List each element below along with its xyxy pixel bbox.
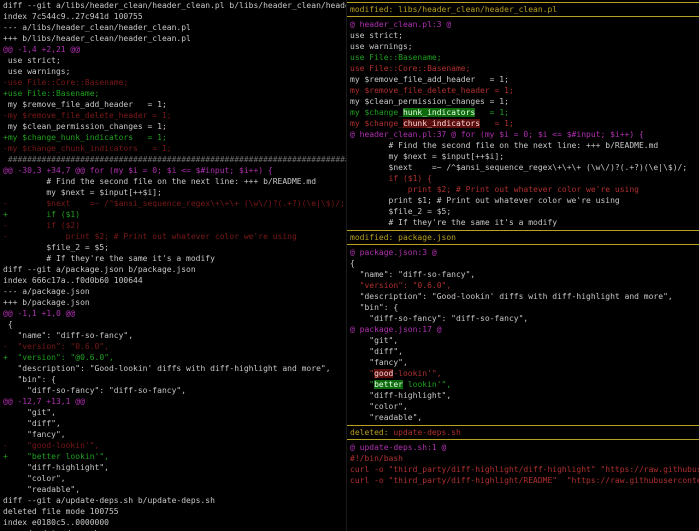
diff-header: diff --git a/package.json b/package.json <box>0 264 346 275</box>
add-line: +use File::Basename; <box>0 88 346 99</box>
ctx-line: my $remove_file_add_header = 1; <box>347 74 699 85</box>
plus-file: +++ b/package.json <box>0 297 346 308</box>
ctx-line: "diff-so-fancy": "diff-so-fancy", <box>347 313 699 324</box>
ctx-line: "diff-highlight", <box>0 462 346 473</box>
hunk-header: @@ -1,4 +2,21 @@ <box>0 44 346 55</box>
del-line: - "version": "0.6.0", <box>0 341 346 352</box>
ctx-line: $file_2 = $5; <box>347 206 699 217</box>
hunk-location: @ header_clean.pl:37 @ for (my $i = 0; $… <box>347 129 699 140</box>
ctx-line: "name": "diff-so-fancy", <box>0 330 346 341</box>
ctx-line: use warnings; <box>347 41 699 52</box>
ctx-line: "readable", <box>347 412 699 423</box>
word-add: hunk_indicators <box>403 108 475 117</box>
ctx-line: print $1; # Print out whatever color we'… <box>347 195 699 206</box>
ctx-line: { <box>347 258 699 269</box>
file-banner: modified: package.json <box>347 230 699 245</box>
hunk-location: @ header_clean.pl:3 @ <box>347 19 699 30</box>
del-line: - "good-lookin'", <box>0 440 346 451</box>
hunk-header: @@ -1,1 +1,0 @@ <box>0 308 346 319</box>
del-line: -use File::Core::Basename; <box>0 77 346 88</box>
minus-file: --- a/libs/header_clean/header_clean.pl <box>0 22 346 33</box>
hunk-location: @ package.json:3 @ <box>347 247 699 258</box>
del-line: - print $2; # Print out whatever color w… <box>0 231 346 242</box>
file-banner: modified: libs/header_clean/header_clean… <box>347 2 699 17</box>
index-line: index 7c544c9..27c941d 100755 <box>0 11 346 22</box>
deleted-file: update-deps.sh <box>393 428 460 437</box>
ctx-line: use strict; <box>0 55 346 66</box>
plus-file: +++ b/libs/header_clean/header_clean.pl <box>0 33 346 44</box>
add-line: + "version": "@0.6.0", <box>0 352 346 363</box>
ctx-line: my $clean_permission_changes = 1; <box>0 121 346 132</box>
hunk-location: @ package.json:17 @ <box>347 324 699 335</box>
word-del: good <box>374 369 393 378</box>
ctx-line: "diff", <box>347 346 699 357</box>
ctx-line: "git", <box>0 407 346 418</box>
ctx-line: "diff", <box>0 418 346 429</box>
del-line: "version": "0.6.0", <box>347 280 699 291</box>
del-line: - if ($2) <box>0 220 346 231</box>
del-line: my $remove_file_delete_header = 1; <box>347 85 699 96</box>
add-line: + if ($1) <box>0 209 346 220</box>
ctx-line: use strict; <box>347 30 699 41</box>
del-line: curl -o "third_party/diff-highlight/READ… <box>347 475 699 486</box>
plain-diff-pane: diff --git a/libs/header_clean/header_cl… <box>0 0 347 531</box>
word-del: chunk_indicators <box>403 119 480 128</box>
add-line: my $change_hunk_indicators = 1; <box>347 107 699 118</box>
ctx-line: "readable", <box>0 484 346 495</box>
ctx-line: my $next = $input[++$i]; <box>347 151 699 162</box>
separator-line: ########################################… <box>0 154 346 165</box>
hunk-location: @ update-deps.sh:1 @ <box>347 442 699 453</box>
ctx-line: "diff-so-fancy": "diff-so-fancy", <box>0 385 346 396</box>
add-line: use File::Basename; <box>347 52 699 63</box>
ctx-line: "color", <box>0 473 346 484</box>
ctx-line: my $clean_permission_changes = 1; <box>347 96 699 107</box>
del-line: if ($1) { <box>347 173 699 184</box>
del-line: -my $change_chunk_indicators = 1; <box>0 143 346 154</box>
del-line: -my $remove_file_delete_header = 1; <box>0 110 346 121</box>
ctx-line: "fancy", <box>347 357 699 368</box>
diff-header: diff --git a/update-deps.sh b/update-dep… <box>0 495 346 506</box>
add-line: +my $change_hunk_indicators = 1; <box>0 132 346 143</box>
ctx-line: "color", <box>347 401 699 412</box>
del-line: curl -o "third_party/diff-highlight/diff… <box>347 464 699 475</box>
ctx-line: my $remove_file_add_header = 1; <box>0 99 346 110</box>
ctx-line: my $next = $input[++$i]; <box>0 187 346 198</box>
ctx-line: "description": "Good-lookin' diffs with … <box>0 363 346 374</box>
ctx-line: { <box>0 319 346 330</box>
del-line: print $2; # Print out whatever color we'… <box>347 184 699 195</box>
ctx-line: # Find the second file on the next line:… <box>347 140 699 151</box>
ctx-line: "fancy", <box>0 429 346 440</box>
ctx-line: "bin": { <box>347 302 699 313</box>
ctx-line: "bin": { <box>0 374 346 385</box>
word-add: better <box>374 380 403 389</box>
ctx-line: "git", <box>347 335 699 346</box>
ctx-line: "description": "Good-lookin' diffs with … <box>347 291 699 302</box>
hunk-header: @@ -30,3 +34,7 @@ for (my $i = 0; $i <= … <box>0 165 346 176</box>
del-line: my $change_chunk_indicators = 1; <box>347 118 699 129</box>
add-line: "better lookin'", <box>347 379 699 390</box>
ctx-line: # If they're the same it's a modify <box>347 217 699 228</box>
ctx-line: use warnings; <box>0 66 346 77</box>
del-line: "good-lookin'", <box>347 368 699 379</box>
ctx-line: "name": "diff-so-fancy", <box>347 269 699 280</box>
del-line: #!/bin/bash <box>347 453 699 464</box>
del-line: use File::Core::Basename; <box>347 63 699 74</box>
ctx-line: "diff-highlight", <box>347 390 699 401</box>
deleted-label: deleted: <box>350 428 393 437</box>
ctx-line: # Find the second file on the next line:… <box>0 176 346 187</box>
minus-file: --- a/package.json <box>0 286 346 297</box>
file-banner: deleted: update-deps.sh <box>347 425 699 440</box>
diff-header: diff --git a/libs/header_clean/header_cl… <box>0 0 346 11</box>
ctx-line: $file_2 = $5; <box>0 242 346 253</box>
index-line: index 666c17a..f0d0b60 100644 <box>0 275 346 286</box>
ctx-line: $next =~ /^$ansi_sequence_regex\+\+\+ (\… <box>347 162 699 173</box>
ctx-line: # If they're the same it's a modify <box>0 253 346 264</box>
fancy-diff-pane: modified: libs/header_clean/header_clean… <box>347 0 699 531</box>
hunk-header: @@ -12,7 +13,1 @@ <box>0 396 346 407</box>
del-line: - $next =~ /^$ansi_sequence_regex\+\+\+ … <box>0 198 346 209</box>
add-line: + "better lookin'", <box>0 451 346 462</box>
index-line: index e0180c5..0000000 <box>0 517 346 528</box>
deleted-mode: deleted file mode 100755 <box>0 506 346 517</box>
